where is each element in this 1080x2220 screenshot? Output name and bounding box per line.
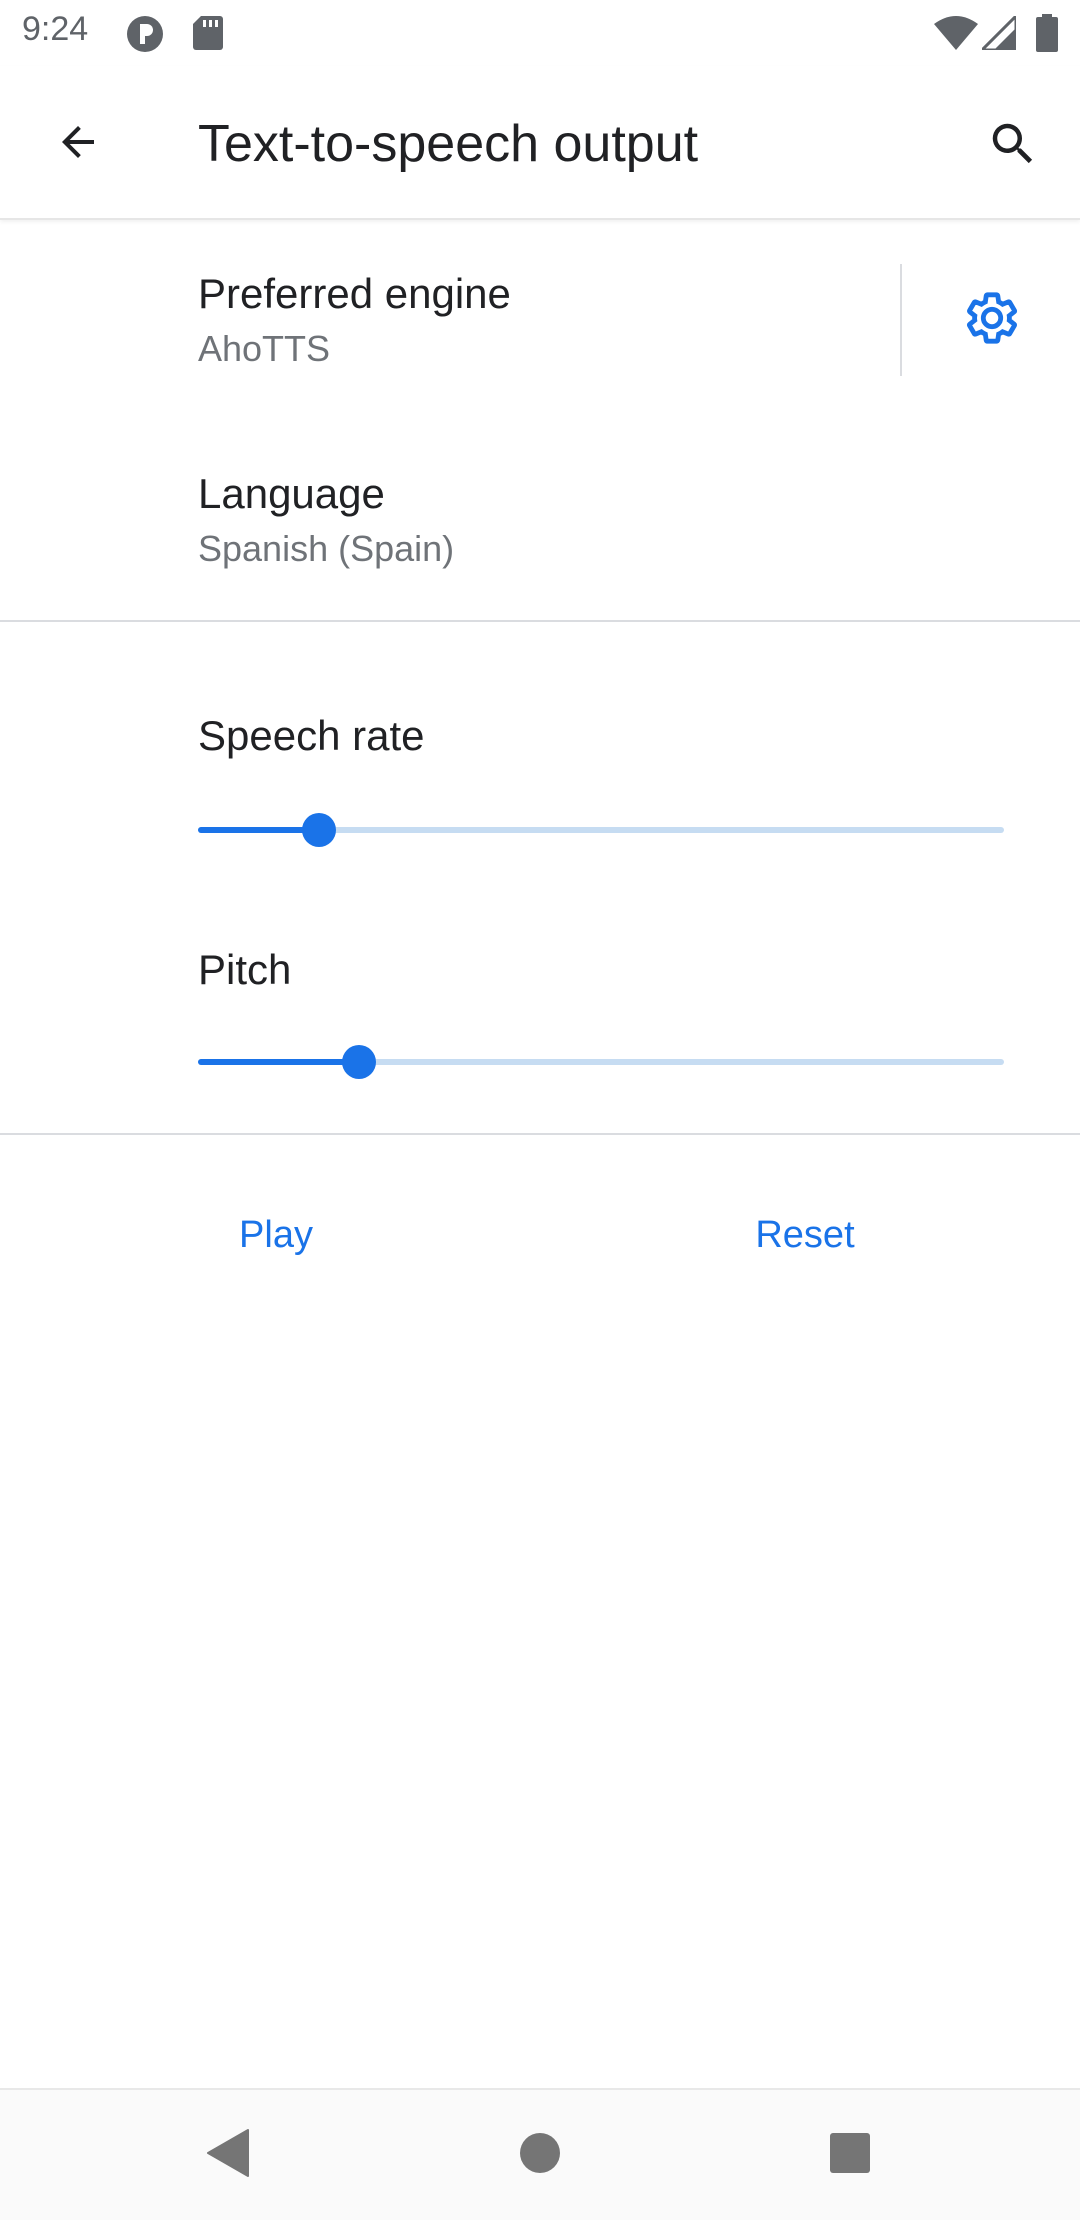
search-icon [986,117,1040,176]
engine-settings-button[interactable] [952,280,1032,360]
language-title: Language [198,470,385,517]
navigation-bar [0,2088,1080,2220]
slider-thumb[interactable] [342,1045,377,1079]
nav-recents-button[interactable] [805,2110,895,2200]
play-button[interactable]: Play [206,1200,346,1270]
notification-p-icon [126,15,164,58]
speech-rate-slider[interactable] [198,800,1004,860]
vertical-divider [900,264,902,376]
sd-card-icon [193,16,223,55]
preferred-engine-row[interactable]: Preferred engine AhoTTS [0,222,1080,412]
section-divider [0,1133,1080,1135]
status-time: 9:24 [22,10,89,48]
nav-recents-icon [829,2132,871,2179]
slider-thumb[interactable] [301,813,336,847]
language-summary: Spanish (Spain) [198,528,455,569]
nav-back-button[interactable] [182,2110,272,2200]
page-title: Text-to-speech output [198,115,699,173]
app-bar: Text-to-speech output [0,66,1080,220]
battery-icon [1036,14,1058,57]
wifi-icon [934,16,978,55]
slider-fill [198,1059,360,1065]
language-row[interactable]: Language Spanish (Spain) [0,422,1080,620]
gear-icon [963,289,1021,352]
cell-signal-icon [978,12,1018,55]
arrow-back-icon [54,118,102,171]
reset-button[interactable]: Reset [740,1200,870,1270]
status-bar: 9:24 [0,0,1080,66]
nav-home-button[interactable] [495,2110,585,2200]
slider-fill [198,827,319,833]
preferred-engine-summary: AhoTTS [198,328,331,369]
speech-rate-title: Speech rate [198,712,425,759]
pitch-slider[interactable] [198,1032,1004,1092]
search-button[interactable] [975,108,1051,184]
back-button[interactable] [40,106,116,182]
nav-back-icon [204,2128,250,2183]
preferred-engine-title: Preferred engine [198,270,511,317]
pitch-title: Pitch [198,946,292,993]
nav-home-icon [519,2132,561,2179]
